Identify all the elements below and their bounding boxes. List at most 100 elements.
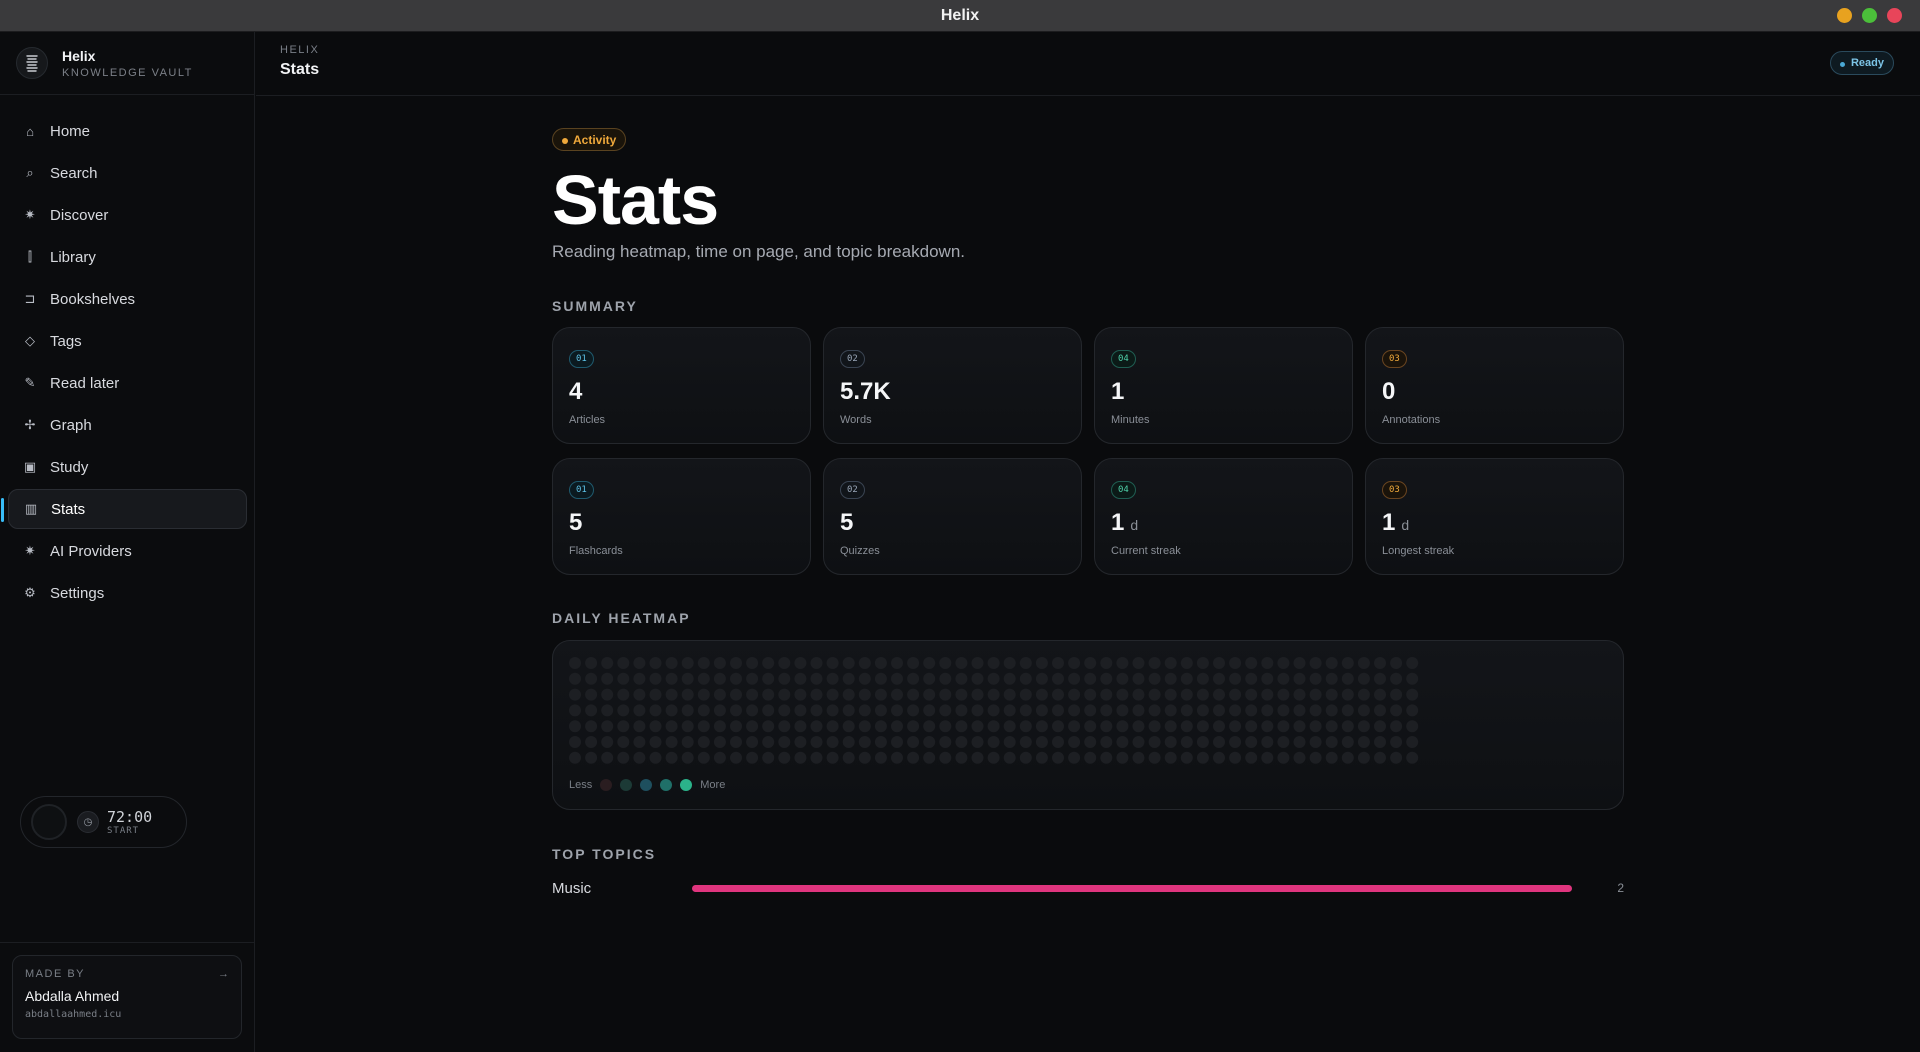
heatmap-cell[interactable] xyxy=(1357,688,1370,701)
heatmap-cell[interactable] xyxy=(601,720,614,733)
heatmap-cell[interactable] xyxy=(891,672,903,685)
heatmap-cell[interactable] xyxy=(826,657,839,669)
heatmap-cell[interactable] xyxy=(1196,720,1209,733)
sidebar-item-bookshelves[interactable]: ⊐ Bookshelves xyxy=(8,279,247,319)
heatmap-cell[interactable] xyxy=(1309,736,1322,748)
heatmap-cell[interactable] xyxy=(633,657,646,669)
heatmap-cell[interactable] xyxy=(762,688,775,701)
heatmap-cell[interactable] xyxy=(1293,657,1306,669)
heatmap-cell[interactable] xyxy=(923,736,936,748)
maximize-button[interactable] xyxy=(1862,8,1877,23)
sidebar-item-graph[interactable]: ✢ Graph xyxy=(8,405,247,445)
heatmap-cell[interactable] xyxy=(939,720,952,733)
heatmap-cell[interactable] xyxy=(794,736,807,748)
heatmap-cell[interactable] xyxy=(874,736,887,748)
heatmap-cell[interactable] xyxy=(842,704,855,717)
heatmap-cell[interactable] xyxy=(858,720,871,733)
heatmap-cell[interactable] xyxy=(1084,704,1097,717)
heatmap-cell[interactable] xyxy=(971,657,984,669)
heatmap-cell[interactable] xyxy=(778,751,791,764)
sidebar-item-home[interactable]: ⌂ Home xyxy=(8,111,247,151)
heatmap-cell[interactable] xyxy=(1229,751,1242,764)
heatmap-cell[interactable] xyxy=(1390,704,1403,717)
heatmap-cell[interactable] xyxy=(1116,720,1129,733)
heatmap-cell[interactable] xyxy=(923,657,936,669)
heatmap-cell[interactable] xyxy=(1116,688,1129,701)
heatmap-cell[interactable] xyxy=(874,672,887,685)
heatmap-cell[interactable] xyxy=(907,751,920,764)
heatmap-cell[interactable] xyxy=(569,720,581,733)
heatmap-cell[interactable] xyxy=(649,657,662,669)
heatmap-cell[interactable] xyxy=(601,704,614,717)
heatmap-cell[interactable] xyxy=(1068,751,1081,764)
heatmap-cell[interactable] xyxy=(1406,704,1419,717)
heatmap-cell[interactable] xyxy=(1277,672,1290,685)
heatmap-cell[interactable] xyxy=(1245,704,1258,717)
heatmap-cell[interactable] xyxy=(842,751,855,764)
heatmap-cell[interactable] xyxy=(810,657,823,669)
heatmap-cell[interactable] xyxy=(633,736,646,748)
heatmap-cell[interactable] xyxy=(1277,751,1290,764)
heatmap-cell[interactable] xyxy=(939,672,952,685)
heatmap-cell[interactable] xyxy=(1132,657,1145,669)
heatmap-cell[interactable] xyxy=(633,720,646,733)
heatmap-cell[interactable] xyxy=(713,751,726,764)
heatmap-cell[interactable] xyxy=(923,704,936,717)
heatmap-cell[interactable] xyxy=(1116,704,1129,717)
heatmap-cell[interactable] xyxy=(1341,736,1354,748)
heatmap-cell[interactable] xyxy=(987,751,1000,764)
heatmap-cell[interactable] xyxy=(1293,704,1306,717)
heatmap-cell[interactable] xyxy=(730,688,742,701)
heatmap-cell[interactable] xyxy=(1325,720,1338,733)
heatmap-cell[interactable] xyxy=(1132,751,1145,764)
heatmap-cell[interactable] xyxy=(810,704,823,717)
heatmap-cell[interactable] xyxy=(1100,751,1113,764)
heatmap-cell[interactable] xyxy=(1148,704,1161,717)
heatmap-cell[interactable] xyxy=(810,736,823,748)
heatmap-cell[interactable] xyxy=(1357,657,1370,669)
heatmap-cell[interactable] xyxy=(1100,736,1113,748)
heatmap-cell[interactable] xyxy=(617,672,630,685)
heatmap-cell[interactable] xyxy=(1116,672,1129,685)
heatmap-cell[interactable] xyxy=(1148,688,1161,701)
heatmap-cell[interactable] xyxy=(585,688,598,701)
heatmap-cell[interactable] xyxy=(633,751,646,764)
heatmap-cell[interactable] xyxy=(826,688,839,701)
heatmap-cell[interactable] xyxy=(1019,704,1032,717)
close-button[interactable] xyxy=(1887,8,1902,23)
heatmap-cell[interactable] xyxy=(955,751,968,764)
heatmap-cell[interactable] xyxy=(987,672,1000,685)
heatmap-cell[interactable] xyxy=(697,751,710,764)
heatmap-cell[interactable] xyxy=(1229,657,1242,669)
heatmap-cell[interactable] xyxy=(810,688,823,701)
heatmap-cell[interactable] xyxy=(1245,751,1258,764)
heatmap-cell[interactable] xyxy=(1052,688,1064,701)
heatmap-cell[interactable] xyxy=(762,736,775,748)
heatmap-cell[interactable] xyxy=(874,720,887,733)
heatmap-cell[interactable] xyxy=(891,704,903,717)
heatmap-cell[interactable] xyxy=(762,657,775,669)
heatmap-cell[interactable] xyxy=(585,704,598,717)
heatmap-cell[interactable] xyxy=(842,672,855,685)
heatmap-cell[interactable] xyxy=(1309,751,1322,764)
heatmap-cell[interactable] xyxy=(987,688,1000,701)
heatmap-cell[interactable] xyxy=(697,672,710,685)
heatmap-cell[interactable] xyxy=(681,751,694,764)
heatmap-cell[interactable] xyxy=(1068,720,1081,733)
heatmap-cell[interactable] xyxy=(730,751,742,764)
heatmap-cell[interactable] xyxy=(730,736,742,748)
heatmap-cell[interactable] xyxy=(987,736,1000,748)
heatmap-cell[interactable] xyxy=(1068,704,1081,717)
heatmap-cell[interactable] xyxy=(1035,736,1048,748)
heatmap-cell[interactable] xyxy=(1309,657,1322,669)
heatmap-cell[interactable] xyxy=(1229,672,1242,685)
heatmap-cell[interactable] xyxy=(1180,672,1193,685)
heatmap-cell[interactable] xyxy=(858,736,871,748)
heatmap-cell[interactable] xyxy=(923,672,936,685)
heatmap-cell[interactable] xyxy=(874,751,887,764)
heatmap-cell[interactable] xyxy=(1100,688,1113,701)
heatmap-cell[interactable] xyxy=(1084,672,1097,685)
heatmap-cell[interactable] xyxy=(842,720,855,733)
heatmap-cell[interactable] xyxy=(1261,688,1274,701)
heatmap-cell[interactable] xyxy=(858,751,871,764)
